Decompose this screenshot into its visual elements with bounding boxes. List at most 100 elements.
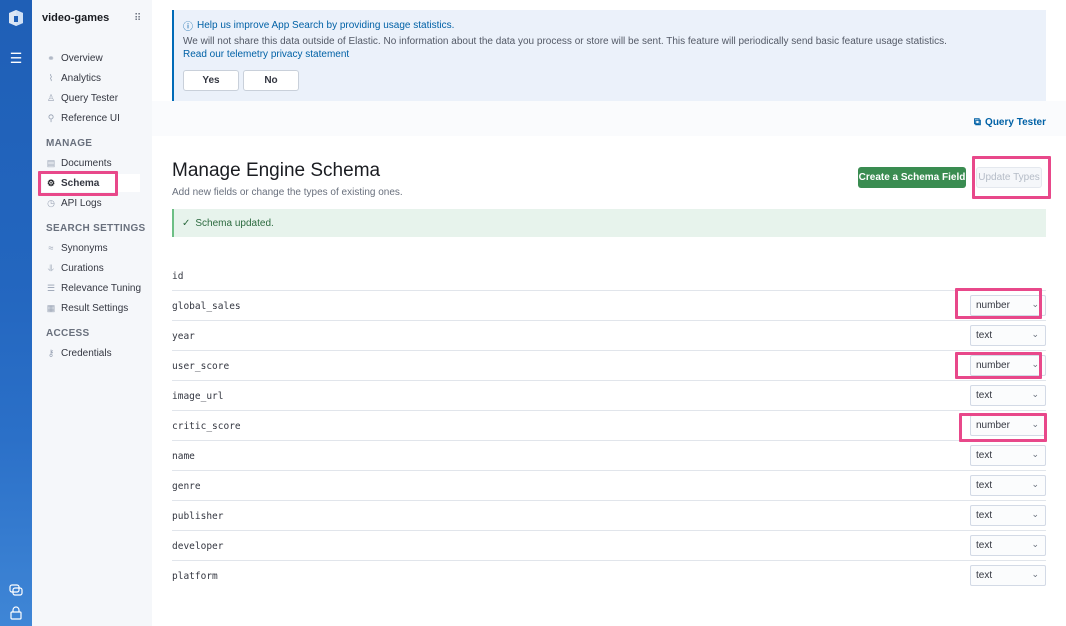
field-name: year: [172, 331, 195, 342]
nav-relevance-tuning[interactable]: ☰ Relevance Tuning: [46, 280, 142, 296]
nav-result-settings[interactable]: ▦ Result Settings: [46, 300, 142, 316]
nav-label: Result Settings: [61, 302, 129, 314]
nav-curations[interactable]: ⥥ Curations: [46, 260, 142, 276]
field-name: genre: [172, 481, 201, 492]
query-tester-label: Query Tester: [985, 117, 1046, 128]
telemetry-privacy-link[interactable]: Read our telemetry privacy statement: [183, 49, 349, 60]
field-name: platform: [172, 571, 218, 582]
field-type-select[interactable]: text ⌄: [970, 535, 1046, 556]
field-type-select[interactable]: text ⌄: [970, 565, 1046, 586]
nav-label: Overview: [61, 52, 103, 64]
field-type-select[interactable]: number ⌄: [970, 355, 1046, 376]
app-rail: ☰: [0, 0, 32, 626]
field-name: name: [172, 451, 195, 462]
telemetry-title: ⓘ Help us improve App Search by providin…: [183, 18, 454, 33]
schema-row-user-score: user_score number ⌄: [172, 351, 1046, 381]
nav-schema[interactable]: ⚙ Schema: [42, 174, 140, 192]
chevron-down-icon: ⌄: [1031, 539, 1039, 549]
field-type-select[interactable]: text ⌄: [970, 325, 1046, 346]
check-icon: ✓: [182, 217, 191, 229]
schema-row-developer: developer text ⌄: [172, 531, 1046, 561]
field-type-select[interactable]: number ⌄: [970, 415, 1046, 436]
nav-overview[interactable]: ⚭ Overview: [46, 50, 142, 66]
info-icon: ⓘ: [183, 22, 193, 33]
update-types-button[interactable]: Update Types: [976, 167, 1042, 188]
query-tester-link[interactable]: ⧉ Query Tester: [974, 117, 1046, 128]
field-type-value: text: [976, 480, 993, 491]
nav-analytics[interactable]: ⌇ Analytics: [46, 70, 142, 86]
reference-ui-icon: ⚲: [47, 112, 55, 123]
field-name: developer: [172, 541, 224, 552]
field-type-value: text: [976, 450, 993, 461]
analytics-icon: ⌇: [48, 72, 54, 83]
schema-row-global-sales: global_sales number ⌄: [172, 291, 1046, 321]
result-settings-icon: ▦: [46, 302, 56, 313]
chevron-down-icon: ⌄: [1031, 569, 1039, 579]
nav-label: Curations: [61, 262, 104, 274]
main-content: ⓘ Help us improve App Search by providin…: [152, 0, 1066, 626]
section-manage: MANAGE: [46, 138, 93, 149]
nav-documents[interactable]: ▤ Documents: [46, 155, 142, 171]
schema-row-genre: genre text ⌄: [172, 471, 1046, 501]
field-name: image_url: [172, 391, 224, 402]
telemetry-callout: ⓘ Help us improve App Search by providin…: [172, 10, 1046, 101]
field-type-select[interactable]: text ⌄: [970, 385, 1046, 406]
app-search-logo-icon[interactable]: [7, 9, 25, 27]
chevron-down-icon: ⌄: [1031, 389, 1039, 399]
credentials-icon: ⚷: [47, 347, 55, 358]
schema-row-critic-score: critic_score number ⌄: [172, 411, 1046, 441]
field-type-value: number: [976, 420, 1010, 431]
create-schema-field-button[interactable]: Create a Schema Field: [858, 167, 966, 188]
apps-grid-icon[interactable]: ⠿: [134, 13, 141, 24]
schema-row-name: name text ⌄: [172, 441, 1046, 471]
nav-label: Synonyms: [61, 242, 108, 254]
page-subtitle: Add new fields or change the types of ex…: [172, 187, 403, 198]
nav-label: Analytics: [61, 72, 102, 84]
curations-icon: ⥥: [47, 262, 55, 273]
field-type-select[interactable]: number ⌄: [970, 295, 1046, 316]
hamburger-menu-icon[interactable]: ☰: [9, 51, 23, 65]
field-type-select[interactable]: text ⌄: [970, 475, 1046, 496]
nav-synonyms[interactable]: ≈ Synonyms: [46, 240, 142, 256]
nav-label: Relevance Tuning: [61, 282, 142, 294]
success-message: Schema updated.: [195, 217, 274, 229]
telemetry-yes-button[interactable]: Yes: [183, 70, 239, 91]
field-type-select[interactable]: text ⌄: [970, 445, 1046, 466]
documents-icon: ▤: [46, 157, 56, 168]
chevron-down-icon: ⌄: [1031, 359, 1039, 369]
query-tester-icon: ⧉: [973, 117, 982, 128]
nav-query-tester[interactable]: ♙ Query Tester: [46, 90, 142, 106]
page-toolbar: ⧉ Query Tester: [152, 101, 1066, 136]
api-logs-icon: ◷: [47, 197, 55, 208]
nav-label: Documents: [61, 157, 112, 169]
section-access: ACCESS: [46, 328, 90, 339]
field-type-value: text: [976, 330, 993, 341]
field-type-select[interactable]: text ⌄: [970, 505, 1046, 526]
field-type-value: text: [976, 510, 993, 521]
schema-row-image-url: image_url text ⌄: [172, 381, 1046, 411]
synonyms-icon: ≈: [48, 243, 54, 253]
field-name: user_score: [172, 361, 230, 372]
page-title: Manage Engine Schema: [172, 160, 381, 181]
chevron-down-icon: ⌄: [1031, 299, 1039, 309]
nav-label: Reference UI: [61, 112, 120, 124]
nav-label: Query Tester: [61, 92, 119, 104]
lock-icon[interactable]: [9, 606, 23, 620]
field-name: publisher: [172, 511, 224, 522]
nav-label: Credentials: [61, 347, 112, 359]
telemetry-no-button[interactable]: No: [243, 70, 299, 91]
field-type-value: text: [976, 540, 993, 551]
engine-side-nav: video-games ⠿ ⚭ Overview ⌇ Analytics ♙ Quer…: [32, 0, 152, 626]
nav-credentials[interactable]: ⚷ Credentials: [46, 345, 142, 361]
engine-name[interactable]: video-games: [42, 12, 109, 24]
telemetry-title-text: Help us improve App Search by providing …: [197, 20, 455, 31]
chat-help-icon[interactable]: [9, 583, 23, 597]
telemetry-body: We will not share this data outside of E…: [183, 36, 947, 47]
field-type-value: text: [976, 390, 993, 401]
field-type-value: number: [976, 360, 1010, 371]
nav-reference-ui[interactable]: ⚲ Reference UI: [46, 110, 142, 126]
query-tester-icon: ♙: [46, 92, 56, 103]
nav-label: API Logs: [61, 197, 102, 209]
chevron-down-icon: ⌄: [1031, 479, 1039, 489]
nav-api-logs[interactable]: ◷ API Logs: [46, 195, 142, 211]
